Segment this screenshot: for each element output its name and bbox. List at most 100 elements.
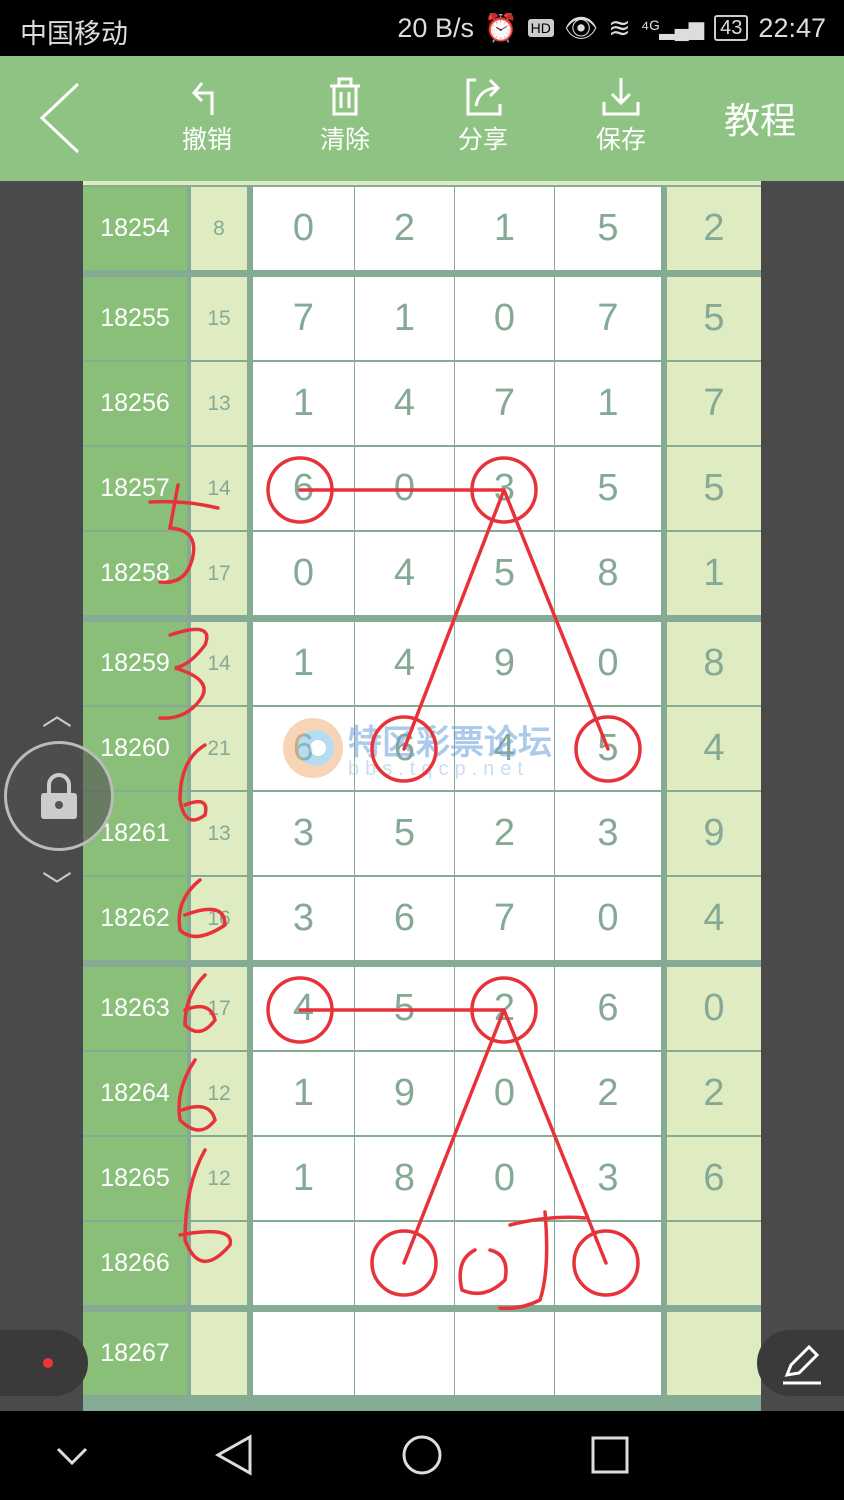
digit-cell[interactable]: [455, 1312, 554, 1395]
last-digit-cell[interactable]: 2: [667, 1052, 761, 1135]
sum-cell[interactable]: 17: [191, 532, 247, 615]
nav-collapse-icon[interactable]: [52, 1433, 92, 1477]
nav-home-icon[interactable]: [400, 1433, 444, 1477]
last-digit-cell[interactable]: 5: [667, 277, 761, 360]
digit-cell[interactable]: 0: [253, 187, 354, 270]
digit-cell[interactable]: 7: [455, 877, 554, 960]
lock-button[interactable]: [4, 741, 114, 851]
issue-number[interactable]: 18262: [83, 877, 187, 960]
last-digit-cell[interactable]: [667, 1222, 761, 1305]
digit-cell[interactable]: 6: [555, 967, 661, 1050]
digit-cell[interactable]: 7: [555, 277, 661, 360]
chevron-up-icon[interactable]: ︿: [42, 690, 72, 734]
chevron-down-icon[interactable]: ﹀: [42, 862, 72, 906]
digit-cell[interactable]: 7: [253, 277, 354, 360]
sum-cell[interactable]: [191, 1222, 247, 1305]
digit-cell[interactable]: [253, 1222, 354, 1305]
last-digit-cell[interactable]: 4: [667, 877, 761, 960]
sum-cell[interactable]: 15: [191, 277, 247, 360]
last-digit-cell[interactable]: 1: [667, 532, 761, 615]
digit-cell[interactable]: [355, 1312, 454, 1395]
digit-cell[interactable]: 2: [555, 1052, 661, 1135]
last-digit-cell[interactable]: 2: [667, 187, 761, 270]
last-digit-cell[interactable]: 8: [667, 622, 761, 705]
back-button[interactable]: [38, 82, 82, 159]
sum-cell[interactable]: 14: [191, 622, 247, 705]
sum-cell[interactable]: [191, 1312, 247, 1395]
digit-cell[interactable]: 0: [555, 622, 661, 705]
issue-number[interactable]: 18258: [83, 532, 187, 615]
sum-cell[interactable]: 12: [191, 1052, 247, 1135]
issue-number[interactable]: 18263: [83, 967, 187, 1050]
digit-cell[interactable]: 0: [455, 1137, 554, 1220]
digit-cell[interactable]: 5: [555, 707, 661, 790]
digit-cell[interactable]: 8: [555, 532, 661, 615]
pen-button[interactable]: [757, 1330, 844, 1396]
digit-cell[interactable]: 4: [253, 967, 354, 1050]
issue-number[interactable]: 18257: [83, 447, 187, 530]
undo-button[interactable]: 撤销: [162, 74, 252, 156]
last-digit-cell[interactable]: 9: [667, 792, 761, 875]
digit-cell[interactable]: 5: [355, 967, 454, 1050]
digit-cell[interactable]: 1: [455, 187, 554, 270]
digit-cell[interactable]: 1: [355, 277, 454, 360]
digit-cell[interactable]: 5: [555, 187, 661, 270]
sum-cell[interactable]: 17: [191, 967, 247, 1050]
digit-cell[interactable]: [455, 1222, 554, 1305]
sum-cell[interactable]: 16: [191, 877, 247, 960]
save-button[interactable]: 保存: [576, 74, 666, 156]
digit-cell[interactable]: 0: [455, 1052, 554, 1135]
digit-cell[interactable]: 3: [253, 877, 354, 960]
nav-recents-icon[interactable]: [588, 1433, 632, 1477]
sum-cell[interactable]: 8: [191, 187, 247, 270]
digit-cell[interactable]: 1: [253, 622, 354, 705]
digit-cell[interactable]: 4: [355, 362, 454, 445]
clear-button[interactable]: 清除: [300, 74, 390, 156]
digit-cell[interactable]: 9: [355, 1052, 454, 1135]
sum-cell[interactable]: 14: [191, 447, 247, 530]
digit-cell[interactable]: 2: [455, 967, 554, 1050]
digit-cell[interactable]: 1: [555, 362, 661, 445]
last-digit-cell[interactable]: 4: [667, 707, 761, 790]
digit-cell[interactable]: 3: [555, 1137, 661, 1220]
digit-cell[interactable]: 2: [355, 187, 454, 270]
digit-cell[interactable]: 0: [355, 447, 454, 530]
digit-cell[interactable]: 6: [253, 447, 354, 530]
issue-number[interactable]: 18256: [83, 362, 187, 445]
digit-cell[interactable]: 1: [253, 1052, 354, 1135]
digit-cell[interactable]: [253, 1312, 354, 1395]
digit-cell[interactable]: 0: [253, 532, 354, 615]
digit-cell[interactable]: 0: [555, 877, 661, 960]
issue-number[interactable]: 18259: [83, 622, 187, 705]
lottery-grid[interactable]: 18254 8 0 2 1 5 2 18255 15 7 1 0 7 5 18256 13 1 4 7 1 7 18257…: [83, 181, 761, 1411]
issue-number[interactable]: 18254: [83, 187, 187, 270]
digit-cell[interactable]: 5: [555, 447, 661, 530]
issue-number[interactable]: 18266: [83, 1222, 187, 1305]
share-button[interactable]: 分享: [438, 74, 528, 156]
digit-cell[interactable]: 4: [355, 532, 454, 615]
digit-cell[interactable]: [355, 1222, 454, 1305]
digit-cell[interactable]: 5: [355, 792, 454, 875]
digit-cell[interactable]: 3: [455, 447, 554, 530]
sum-cell[interactable]: 13: [191, 792, 247, 875]
issue-number[interactable]: 18255: [83, 277, 187, 360]
digit-cell[interactable]: 8: [355, 1137, 454, 1220]
issue-number[interactable]: 18265: [83, 1137, 187, 1220]
sum-cell[interactable]: 13: [191, 362, 247, 445]
tutorial-button[interactable]: 教程: [724, 92, 796, 144]
record-indicator[interactable]: [0, 1330, 88, 1396]
digit-cell[interactable]: 4: [355, 622, 454, 705]
digit-cell[interactable]: 1: [253, 1137, 354, 1220]
issue-number[interactable]: 18267: [83, 1312, 187, 1395]
digit-cell[interactable]: 0: [455, 277, 554, 360]
digit-cell[interactable]: 6: [355, 877, 454, 960]
last-digit-cell[interactable]: 7: [667, 362, 761, 445]
digit-cell[interactable]: 2: [455, 792, 554, 875]
nav-back-icon[interactable]: [212, 1433, 256, 1477]
sum-cell[interactable]: 12: [191, 1137, 247, 1220]
digit-cell[interactable]: 3: [555, 792, 661, 875]
digit-cell[interactable]: 1: [253, 362, 354, 445]
issue-number[interactable]: 18264: [83, 1052, 187, 1135]
digit-cell[interactable]: [555, 1312, 661, 1395]
last-digit-cell[interactable]: 5: [667, 447, 761, 530]
